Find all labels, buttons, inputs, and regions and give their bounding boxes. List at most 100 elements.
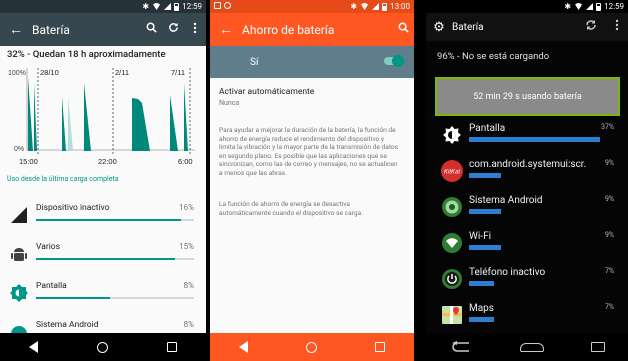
item-percent: 15% <box>179 242 194 251</box>
toolbar: ← Batería <box>0 13 206 46</box>
battery-remaining: 32% - Quedan 18 h aproximadamente <box>7 49 166 60</box>
toolbar: ← Ahorro de batería <box>210 13 414 46</box>
bluetooth-icon: ✱ <box>564 1 572 11</box>
nav-back-icon[interactable] <box>29 341 39 353</box>
battery-status: 96% - No se está cargando <box>437 51 550 62</box>
nav-back-icon[interactable] <box>449 341 473 353</box>
description-text: Para ayudar a mejorar la duración de la … <box>219 126 399 177</box>
page-title: Ahorro de batería <box>242 22 335 37</box>
item-percent: 9% <box>604 159 614 167</box>
item-percent: 8% <box>183 320 194 329</box>
svg-text:KitKat: KitKat <box>444 170 460 176</box>
nav-home-icon[interactable] <box>306 341 317 353</box>
list-item[interactable]: Teléfono inactivo 7% <box>426 264 628 300</box>
y-top-label: 100% <box>8 70 26 77</box>
usage-since-charge-link[interactable]: Uso desde la última carga completa <box>7 175 119 183</box>
battery-history-graph: 100% 0% 28/10 2/11 7/11 15:00 22:00 6:00 <box>8 68 195 166</box>
navigation-bar <box>0 333 206 361</box>
back-arrow-icon[interactable]: ← <box>0 21 32 38</box>
item-label: Sistema Android <box>36 320 99 330</box>
usage-bar <box>36 258 194 260</box>
refresh-icon[interactable] <box>162 22 184 37</box>
list-item[interactable]: Wi-Fi 9% <box>426 228 628 264</box>
battery-saver-switch-bar[interactable]: Sí <box>210 46 414 78</box>
usage-bar <box>469 209 501 214</box>
nav-recents-icon[interactable] <box>590 342 605 352</box>
brightness-icon <box>443 126 461 144</box>
item-percent: 9% <box>604 231 614 239</box>
item-percent: 9% <box>604 195 614 203</box>
navigation-bar <box>210 333 414 361</box>
list-item[interactable]: Sistema Android 9% <box>426 192 628 228</box>
list-item[interactable]: Pantalla 8% <box>0 275 206 314</box>
navigation-bar <box>426 333 628 361</box>
item-label: Dispositivo inactivo <box>36 203 110 213</box>
wifi-icon <box>152 3 162 10</box>
list-item[interactable]: Varios 15% <box>0 236 206 275</box>
usage-bar <box>469 281 494 286</box>
clock: 13:00 <box>390 2 410 11</box>
item-label: Maps <box>469 303 494 314</box>
clock: 12:59 <box>604 2 624 11</box>
search-icon[interactable] <box>392 22 414 37</box>
wifi-icon <box>574 3 584 10</box>
usage-list: Pantalla 37% KitKat com.android.systemui… <box>426 120 628 336</box>
battery-level-segment <box>28 77 33 151</box>
item-percent: 8% <box>183 281 194 290</box>
usage-bar <box>469 317 494 322</box>
overflow-menu-icon[interactable] <box>184 22 206 38</box>
refresh-icon[interactable] <box>576 19 606 35</box>
list-item[interactable]: Dispositivo inactivo 16% <box>0 197 206 236</box>
time-label: 6:00 <box>178 157 193 166</box>
battery-screen-material: ✱ 12:59 ← Batería 32% - Quedan 18 h apro… <box>0 0 206 361</box>
usage-bar <box>469 245 501 250</box>
signal-icon <box>164 3 172 10</box>
android-system-icon <box>442 197 462 217</box>
status-bar: ✱ 13:00 <box>210 0 414 13</box>
list-item[interactable]: KitKat com.android.systemui:scr. 9% <box>426 156 628 192</box>
list-item[interactable]: Pantalla 37% <box>426 120 628 156</box>
nav-recents-icon[interactable] <box>166 342 177 352</box>
graph-duration-label: 52 min 29 s usando batería <box>473 91 582 102</box>
list-item[interactable]: Maps 7% <box>426 300 628 336</box>
battery-level-segment <box>62 96 66 151</box>
brightness-icon <box>10 284 28 302</box>
item-label: Pantalla <box>469 123 506 134</box>
item-label: Teléfono inactivo <box>469 267 546 278</box>
auto-enable-title[interactable]: Activar automáticamente <box>219 87 314 97</box>
battery-icon <box>382 2 388 11</box>
date-label: 7/11 <box>171 68 185 77</box>
nav-recents-icon[interactable] <box>375 342 385 352</box>
item-percent: 7% <box>604 303 614 311</box>
auto-enable-value: Nunca <box>219 99 240 107</box>
description-text: La función de ahorro de energía se desac… <box>219 200 363 217</box>
page-title: Batería <box>32 22 70 37</box>
clock: 12:59 <box>182 2 202 11</box>
notification-icon <box>214 2 221 9</box>
settings-gear-icon[interactable]: ⚙ <box>426 20 452 35</box>
signal-icon <box>372 3 380 10</box>
usage-bar <box>469 173 501 178</box>
time-label: 22:00 <box>98 157 117 166</box>
nav-home-icon[interactable] <box>519 342 544 352</box>
nav-back-icon[interactable] <box>239 341 248 353</box>
overflow-menu-icon[interactable] <box>606 19 628 35</box>
back-arrow-icon[interactable]: ← <box>210 21 242 38</box>
usage-bar-fill <box>36 297 111 299</box>
y-bottom-label: 0% <box>14 146 24 153</box>
battery-icon <box>596 2 602 11</box>
search-icon[interactable] <box>140 22 162 37</box>
battery-saver-toggle[interactable] <box>384 55 404 67</box>
item-percent: 7% <box>604 267 614 275</box>
usage-bar <box>469 137 600 142</box>
battery-level-segment <box>184 83 188 151</box>
wifi-icon <box>360 3 370 10</box>
nav-home-icon[interactable] <box>96 341 108 353</box>
battery-usage-graph[interactable]: 52 min 29 s usando batería <box>435 77 620 116</box>
notification-icon <box>224 2 231 9</box>
battery-level-segment <box>68 96 73 151</box>
item-label: Pantalla <box>36 281 67 291</box>
battery-saver-screen: ✱ 13:00 ← Ahorro de batería Sí Activar a… <box>210 0 414 361</box>
battery-level-segment <box>132 98 150 151</box>
item-label: Varios <box>36 242 61 252</box>
